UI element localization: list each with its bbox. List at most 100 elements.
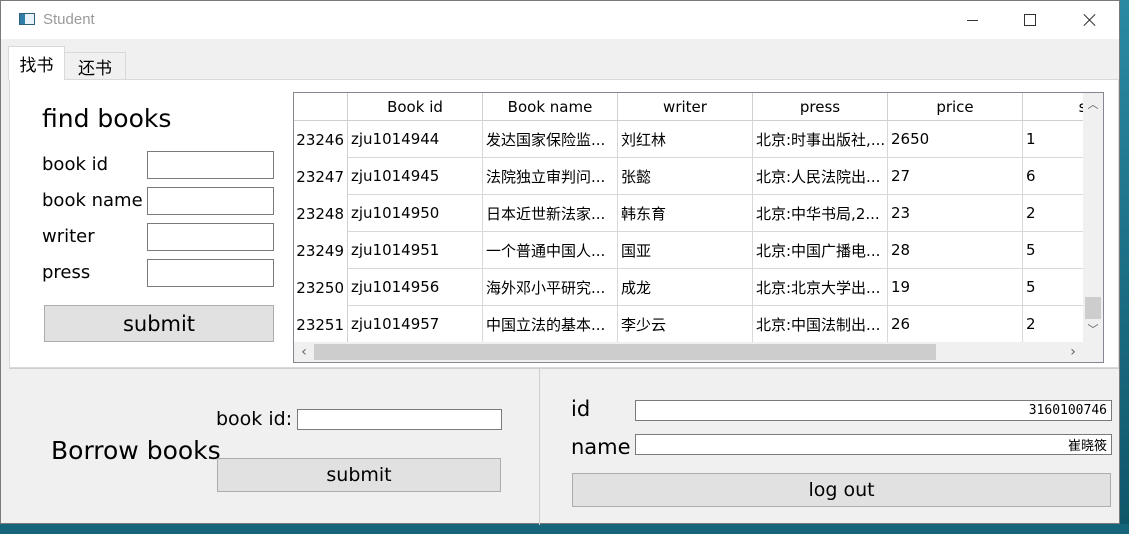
table-cell[interactable]: 23 [888, 195, 1023, 232]
row-number[interactable]: 23248 [294, 195, 348, 232]
table-cell[interactable]: 国亚 [618, 232, 753, 269]
column-header[interactable]: press [753, 93, 888, 121]
scroll-down-icon[interactable]: ﹀ [1083, 321, 1103, 337]
column-header[interactable]: sto [1023, 93, 1083, 121]
table-cell[interactable]: 北京:中华书局,2... [753, 195, 888, 232]
book-name-input[interactable] [147, 187, 274, 215]
borrow-book-id-label: book id: [216, 408, 293, 430]
table-cell[interactable]: 5 [1023, 232, 1083, 269]
user-id-field[interactable]: 3160100746 [635, 400, 1112, 421]
user-name-label: name [571, 435, 631, 459]
desktop-background [1120, 0, 1129, 534]
table-cell[interactable]: zju1014950 [348, 195, 483, 232]
column-header[interactable]: writer [618, 93, 753, 121]
table-cell[interactable]: 28 [888, 232, 1023, 269]
table-header: Book idBook namewriterpresspricesto [294, 93, 1083, 121]
vertical-scrollbar[interactable]: ︿ ﹀ [1083, 93, 1103, 342]
minimize-icon [966, 19, 978, 21]
table-cell[interactable]: 1 [1023, 121, 1083, 158]
table-cell[interactable]: 北京:中国法制出... [753, 306, 888, 342]
book-id-input[interactable] [147, 151, 274, 179]
table-cell[interactable]: 日本近世新法家... [483, 195, 618, 232]
table-cell[interactable]: 中国立法的基本... [483, 306, 618, 342]
table-cell[interactable]: 海外邓小平研究... [483, 269, 618, 306]
table-cell[interactable]: 26 [888, 306, 1023, 342]
table-cell[interactable]: 一个普通中国人... [483, 232, 618, 269]
table-cell[interactable]: 北京:时事出版社,... [753, 121, 888, 158]
column-header[interactable]: Book name [483, 93, 618, 121]
table-cell[interactable]: 2 [1023, 195, 1083, 232]
horizontal-scrollbar[interactable]: ‹ › [294, 342, 1083, 362]
title-bar[interactable]: Student [1, 1, 1119, 39]
borrow-book-id-input[interactable] [297, 409, 502, 430]
table-cell[interactable]: 北京:人民法院出... [753, 158, 888, 195]
table-cell[interactable]: 刘红林 [618, 121, 753, 158]
table-cell[interactable]: zju1014951 [348, 232, 483, 269]
writer-input[interactable] [147, 223, 274, 251]
borrow-books-heading: Borrow books [51, 436, 221, 465]
table-cell[interactable]: 北京:北京大学出... [753, 269, 888, 306]
find-submit-button[interactable]: submit [44, 305, 274, 342]
scroll-left-icon[interactable]: ‹ [294, 344, 314, 360]
maximize-icon [1024, 14, 1036, 26]
window-title: Student [43, 11, 95, 28]
table-cell[interactable]: 6 [1023, 158, 1083, 195]
table-cell[interactable]: 2 [1023, 306, 1083, 342]
maximize-button[interactable] [1001, 1, 1059, 39]
table-cell[interactable]: 韩东育 [618, 195, 753, 232]
close-button[interactable] [1061, 1, 1119, 39]
book-id-label: book id [42, 154, 109, 175]
table-cell[interactable]: zju1014956 [348, 269, 483, 306]
table-cell[interactable]: 19 [888, 269, 1023, 306]
horizontal-scroll-thumb[interactable] [314, 344, 936, 360]
table-row[interactable]: 23250 zju1014956 海外邓小平研究... 成龙 北京:北京大学出... 19… [294, 269, 1083, 306]
books-grid: Book idBook namewriterpresspricesto 2324… [294, 93, 1083, 342]
column-header[interactable]: Book id [348, 93, 483, 121]
table-cell[interactable]: 北京:中国广播电... [753, 232, 888, 269]
table-cell[interactable]: 2650 [888, 121, 1023, 158]
row-number[interactable]: 23251 [294, 306, 348, 342]
tab-find-book[interactable]: 找书 [8, 46, 65, 80]
table-row[interactable]: 23246 zju1014944 发达国家保险监... 刘红林 北京:时事出版社,...… [294, 121, 1083, 158]
scroll-corner [1083, 342, 1103, 362]
row-number[interactable]: 23246 [294, 121, 348, 158]
table-cell[interactable]: 成龙 [618, 269, 753, 306]
table-row[interactable]: 23247 zju1014945 法院独立审判问... 张懿 北京:人民法院出... 27… [294, 158, 1083, 195]
scroll-right-icon[interactable]: › [1063, 344, 1083, 360]
table-cell[interactable]: 法院独立审判问... [483, 158, 618, 195]
minimize-button[interactable] [943, 1, 1001, 39]
table-row[interactable]: 23251 zju1014957 中国立法的基本... 李少云 北京:中国法制出... 2… [294, 306, 1083, 342]
table-cell[interactable]: zju1014945 [348, 158, 483, 195]
divider [539, 369, 540, 525]
table-cell[interactable]: 5 [1023, 269, 1083, 306]
logout-button[interactable]: log out [572, 473, 1111, 507]
table-cell[interactable]: 张懿 [618, 158, 753, 195]
divider [9, 368, 1119, 369]
user-id-label: id [571, 397, 591, 421]
row-number[interactable]: 23250 [294, 269, 348, 306]
column-header[interactable]: price [888, 93, 1023, 121]
table-cell[interactable]: 李少云 [618, 306, 753, 342]
close-icon [1083, 13, 1097, 27]
writer-label: writer [42, 226, 95, 247]
vertical-scroll-thumb[interactable] [1085, 297, 1101, 319]
scroll-up-icon[interactable]: ︿ [1083, 96, 1103, 112]
find-books-panel: find books book id book name writer pres… [9, 79, 1119, 368]
student-window: Student 找书 还书 find books book id book na… [0, 0, 1120, 525]
table-row[interactable]: 23248 zju1014950 日本近世新法家... 韩东育 北京:中华书局,2...… [294, 195, 1083, 232]
user-name-field[interactable]: 崔晓筱 [635, 434, 1112, 455]
table-cell[interactable]: zju1014957 [348, 306, 483, 342]
book-name-label: book name [42, 190, 143, 211]
table-corner[interactable] [294, 93, 348, 121]
borrow-submit-button[interactable]: submit [217, 458, 501, 492]
row-number[interactable]: 23247 [294, 158, 348, 195]
table-row[interactable]: 23249 zju1014951 一个普通中国人... 国亚 北京:中国广播电... 28… [294, 232, 1083, 269]
press-input[interactable] [147, 259, 274, 287]
table-cell[interactable]: 发达国家保险监... [483, 121, 618, 158]
table-cell[interactable]: 27 [888, 158, 1023, 195]
tab-return-book[interactable]: 还书 [65, 52, 126, 80]
press-label: press [42, 262, 91, 283]
row-number[interactable]: 23249 [294, 232, 348, 269]
books-table[interactable]: Book idBook namewriterpresspricesto 2324… [293, 92, 1104, 363]
table-cell[interactable]: zju1014944 [348, 121, 483, 158]
